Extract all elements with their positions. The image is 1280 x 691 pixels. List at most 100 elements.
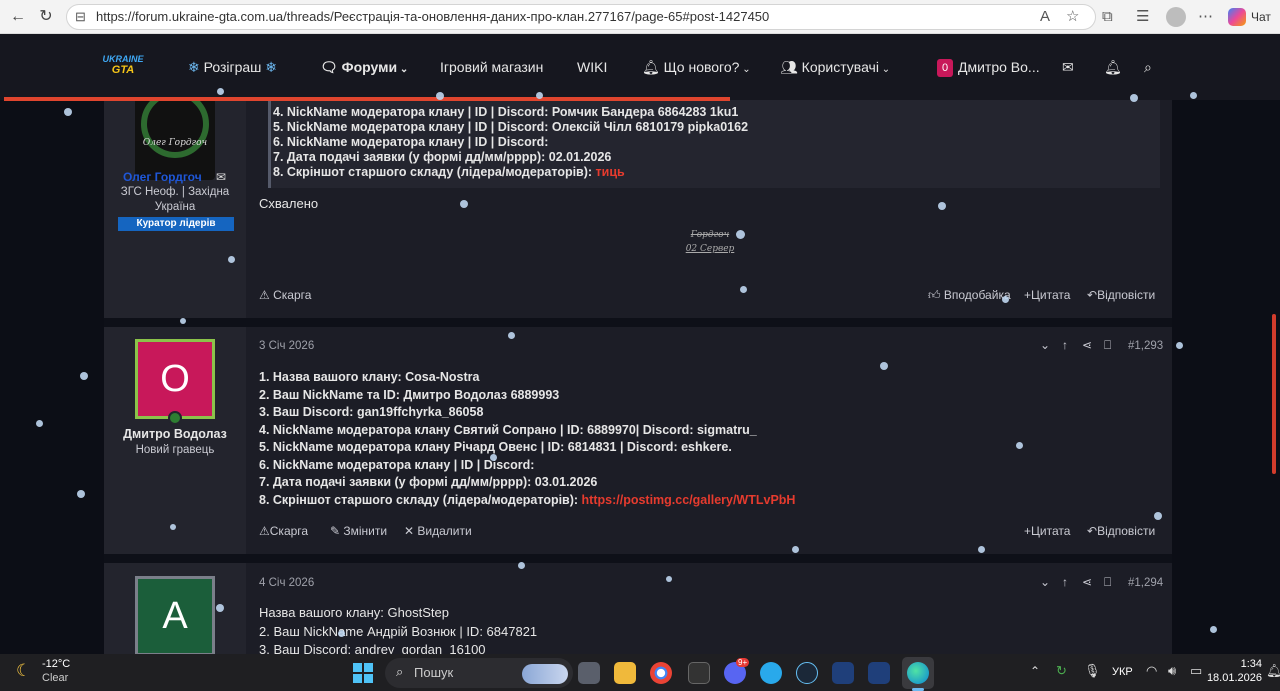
- snowflake-decoration: [1190, 92, 1197, 99]
- post-top-username[interactable]: Олег Гордгоч: [123, 170, 202, 184]
- volume-icon[interactable]: 🔊︎: [1168, 663, 1176, 679]
- search-icon[interactable]: ⌕: [1144, 59, 1152, 76]
- report-button[interactable]: ⚠ Скарга: [259, 288, 311, 302]
- nav-giveaway[interactable]: ❄ Розіграш ❄: [188, 59, 277, 76]
- moon-weather-icon[interactable]: ☾: [16, 661, 31, 681]
- snowflake-decoration: [880, 362, 888, 370]
- share-icon[interactable]: ⋖: [1082, 338, 1092, 352]
- refresh-icon[interactable]: ↻: [36, 7, 56, 27]
- delete-button[interactable]: ✕ Видалити: [404, 524, 472, 538]
- nav-shop[interactable]: Ігровий магазин: [440, 59, 543, 75]
- snowflake-decoration: [736, 230, 745, 239]
- arrow-up-icon[interactable]: ↑: [1062, 338, 1068, 352]
- steam-icon[interactable]: [796, 662, 818, 684]
- nav-wiki[interactable]: WIKI: [577, 59, 607, 75]
- chevron-down-icon[interactable]: ⌄: [1040, 575, 1050, 589]
- gallery-link[interactable]: https://postimg.cc/gallery/WTLvPbH: [582, 493, 796, 507]
- report-button-mid[interactable]: ⚠Скарга: [259, 524, 308, 538]
- wifi-icon[interactable]: ◠: [1146, 663, 1157, 679]
- inbox-icon[interactable]: ✉: [1062, 59, 1074, 76]
- chevron-down-icon[interactable]: ⌄: [1040, 338, 1050, 352]
- logo-line2: GTA: [111, 64, 135, 76]
- snowflake-decoration: [338, 630, 345, 637]
- bookmark-icon[interactable]: ⎕: [1104, 575, 1111, 590]
- quote-button[interactable]: +Цитата: [1024, 288, 1070, 302]
- microphone-icon[interactable]: 🎙︎: [1084, 663, 1101, 679]
- reply-icon: ↶: [1087, 524, 1098, 538]
- alerts-bell-icon[interactable]: 🔔︎: [1104, 59, 1122, 76]
- app-icon-1[interactable]: [832, 662, 854, 684]
- snowflake-decoration: [216, 604, 224, 612]
- close-icon: ✕: [404, 524, 418, 538]
- post-bottom-line-2: 2. Ваш NickName Андрій Вознюк | ID: 6847…: [259, 624, 538, 639]
- quote-button-mid[interactable]: +Цитата: [1024, 524, 1070, 538]
- browser-toolbar: ← ↻ ⊟ https://forum.ukraine-gta.com.ua/t…: [0, 0, 1280, 34]
- reply-button-mid[interactable]: ↶Відповісти: [1087, 524, 1155, 538]
- snowflake-decoration: [740, 286, 747, 293]
- clock-time[interactable]: 1:34: [1216, 658, 1262, 670]
- app-icon-2[interactable]: [868, 662, 890, 684]
- post-mid-avatar[interactable]: О: [135, 339, 215, 419]
- post-bottom-avatar[interactable]: А: [135, 576, 215, 654]
- read-aloud-icon[interactable]: A: [1040, 7, 1050, 27]
- post-bottom-date[interactable]: 4 Січ 2026: [259, 577, 314, 589]
- site-logo[interactable]: UKRAINE GTA: [98, 54, 148, 82]
- reading-progress-bar: [4, 97, 730, 101]
- page-scrollbar[interactable]: [1272, 314, 1276, 474]
- chat-label[interactable]: Чат: [1251, 10, 1271, 24]
- snowflake-decoration: [666, 576, 672, 582]
- clock-date[interactable]: 18.01.2026: [1200, 672, 1262, 684]
- chrome-icon[interactable]: [650, 662, 672, 684]
- snowflake-decoration: [1176, 342, 1183, 349]
- nav-forums[interactable]: 🗨︎ Форуми ⌄: [320, 59, 408, 76]
- post-mid-number[interactable]: #1,293: [1128, 340, 1163, 352]
- start-windows-icon[interactable]: [353, 663, 373, 683]
- nav-user-name[interactable]: Дмитро Во...: [958, 59, 1040, 75]
- snowflake-decoration: [792, 546, 799, 553]
- snowflake-decoration: [460, 200, 468, 208]
- notifications-icon[interactable]: 🔔︎: [1266, 663, 1280, 679]
- post-mid-username[interactable]: Дмитро Водолаз: [104, 427, 246, 441]
- discord-badge: 9+: [736, 658, 750, 667]
- post-top-avatar[interactable]: Олег Гордгоч: [135, 100, 215, 180]
- telegram-icon[interactable]: [760, 662, 782, 684]
- bookmark-icon[interactable]: ⎕: [1104, 338, 1111, 353]
- post-bottom-number[interactable]: #1,294: [1128, 577, 1163, 589]
- post-mid-line-7: 7. Дата подачі заявки (у формі дд/мм/ррр…: [259, 475, 598, 489]
- weather-temp[interactable]: -12°C: [42, 658, 70, 670]
- task-view-icon[interactable]: [578, 662, 600, 684]
- site-info-icon[interactable]: ⊟: [75, 9, 86, 25]
- avatar-caption: Олег Гордгоч: [142, 138, 208, 148]
- nav-whats-new[interactable]: 🔔︎ Що нового? ⌄: [642, 59, 751, 76]
- profile-avatar[interactable]: [1166, 7, 1186, 27]
- snowflake-decoration: [1130, 94, 1138, 102]
- like-button[interactable]: 👍︎ Вподобайка: [928, 288, 1011, 303]
- snowflake-decoration: [938, 202, 946, 210]
- terminal-icon[interactable]: [688, 662, 710, 684]
- chevron-up-icon[interactable]: ⌃: [1030, 664, 1040, 678]
- nav-users[interactable]: 👥︎ Користувачі ⌄: [780, 59, 890, 76]
- snowflake-decoration: [1002, 296, 1009, 303]
- sync-icon[interactable]: ↻: [1056, 663, 1067, 679]
- file-explorer-icon[interactable]: [614, 662, 636, 684]
- edit-button[interactable]: ✎ Змінити: [330, 524, 387, 538]
- copilot-icon[interactable]: [1228, 8, 1246, 26]
- post-mid-date[interactable]: 3 Січ 2026: [259, 340, 314, 352]
- favorite-star-icon[interactable]: ☆: [1066, 7, 1079, 27]
- more-menu-icon[interactable]: ⋯: [1198, 7, 1213, 27]
- reply-button[interactable]: ↶Відповісти: [1087, 288, 1155, 302]
- arrow-up-icon[interactable]: ↑: [1062, 575, 1068, 589]
- weather-desc[interactable]: Clear: [42, 672, 68, 684]
- favorites-icon[interactable]: ☰: [1136, 7, 1149, 27]
- extensions-icon[interactable]: ⧉: [1102, 7, 1113, 27]
- language-indicator[interactable]: УКР: [1112, 666, 1133, 678]
- curator-banner: Куратор лідерів: [118, 217, 234, 231]
- share-icon[interactable]: ⋖: [1082, 575, 1092, 589]
- edge-icon[interactable]: [907, 662, 929, 684]
- user-avatar-badge[interactable]: 0: [937, 59, 953, 77]
- reply-icon: ↶: [1087, 288, 1098, 302]
- quote-line-8: 8. Скріншот старшого складу (лідера/моде…: [273, 165, 625, 179]
- chevron-down-icon: ⌄: [397, 64, 409, 75]
- quote-link[interactable]: тиць: [596, 165, 625, 179]
- back-icon[interactable]: ←: [8, 7, 28, 27]
